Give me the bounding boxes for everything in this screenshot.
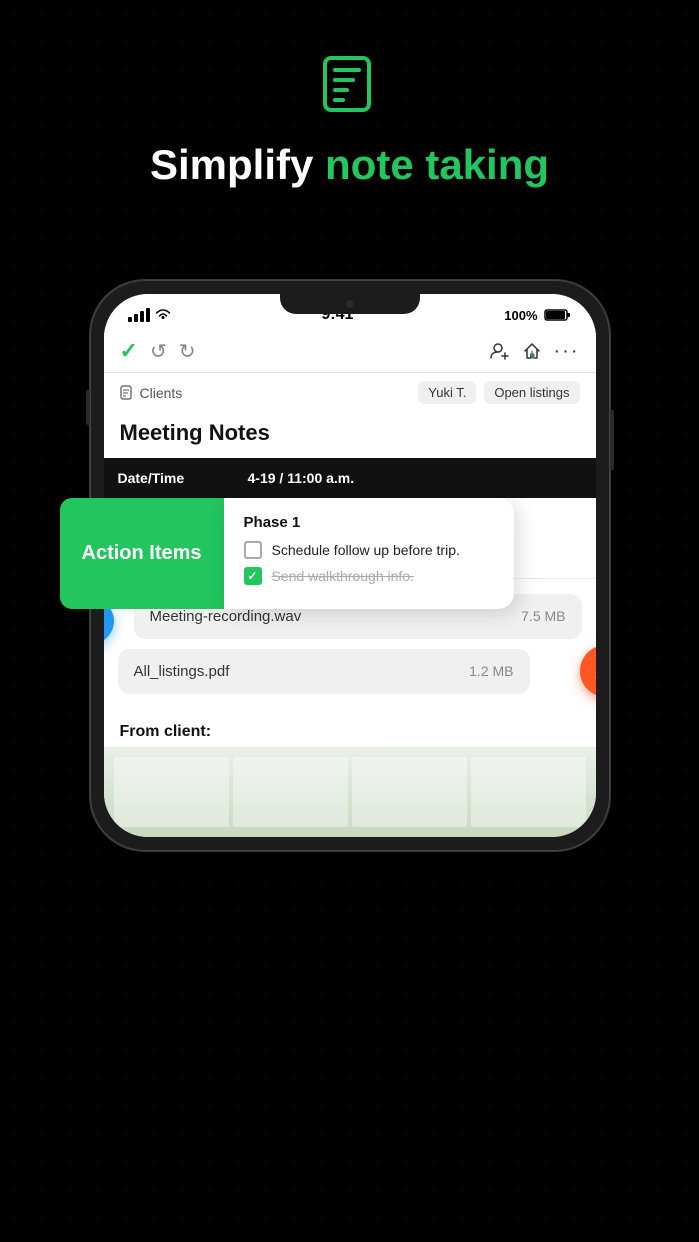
window-lines xyxy=(104,747,596,837)
breadcrumb-tags: Yuki T. Open listings xyxy=(418,381,579,404)
toolbar: ✓ ↺ ↻ ··· xyxy=(104,330,596,373)
signal-bar-2 xyxy=(134,314,138,322)
action-items-overlay: Action Items Phase 1 Schedule follow up … xyxy=(60,498,514,609)
datetime-label: Date/Time xyxy=(104,458,234,498)
pdf-filesize: 1.2 MB xyxy=(469,663,513,679)
signal-icon xyxy=(128,308,150,322)
volume-button xyxy=(86,390,90,425)
more-button[interactable]: ··· xyxy=(554,340,580,363)
check-button[interactable]: ✓ xyxy=(120,338,138,364)
redo-button[interactable]: ↻ xyxy=(179,339,196,364)
tag-yuki[interactable]: Yuki T. xyxy=(418,381,476,404)
note-title: Meeting Notes xyxy=(104,412,596,458)
breadcrumb-path: Clients xyxy=(120,385,183,401)
document-icon xyxy=(120,385,134,401)
sign-button-container xyxy=(540,645,592,697)
window-pane-2 xyxy=(233,757,348,827)
top-section: Simplify note taking xyxy=(0,0,699,190)
task-item-2: ✓ Send walkthrough info. xyxy=(244,567,494,585)
audio-filename: Meeting-recording.wav xyxy=(150,608,510,625)
datetime-value: 4-19 / 11:00 a.m. xyxy=(234,458,596,498)
phase-label: Phase 1 xyxy=(244,514,494,531)
undo-button[interactable]: ↺ xyxy=(150,339,167,364)
add-home-button[interactable] xyxy=(522,341,542,361)
pdf-file-item: All_listings.pdf 1.2 MB xyxy=(118,649,530,694)
headline: Simplify note taking xyxy=(150,140,549,190)
phone-notch xyxy=(280,294,420,314)
wifi-icon xyxy=(155,309,171,321)
battery-icon xyxy=(544,308,572,322)
audio-filesize: 7.5 MB xyxy=(521,608,565,624)
phone-frame: 9:41 100% ✓ ↺ ↻ xyxy=(90,280,610,851)
battery-percent: 100% xyxy=(504,308,537,323)
add-person-button[interactable] xyxy=(490,341,510,361)
app-icon xyxy=(315,50,385,120)
headline-part2: note taking xyxy=(325,141,549,188)
breadcrumb-label: Clients xyxy=(140,385,183,401)
pdf-file-row: All_listings.pdf 1.2 MB xyxy=(118,645,582,697)
sign-button[interactable] xyxy=(580,645,596,697)
from-client-label: From client: xyxy=(104,711,596,747)
action-items-content: Phase 1 Schedule follow up before trip. … xyxy=(224,498,514,609)
task-1-text: Schedule follow up before trip. xyxy=(272,542,460,558)
window-pane-1 xyxy=(114,757,229,827)
window-pane-4 xyxy=(471,757,586,827)
signal-bar-3 xyxy=(140,311,144,322)
pdf-filename: All_listings.pdf xyxy=(134,663,458,680)
signal-bar-4 xyxy=(146,308,150,322)
signal-bar-1 xyxy=(128,317,132,322)
task-2-text: Send walkthrough info. xyxy=(272,568,414,584)
tag-open-listings[interactable]: Open listings xyxy=(484,381,579,404)
status-right: 100% xyxy=(504,308,571,323)
status-left xyxy=(128,308,171,322)
table-header-row: Date/Time 4-19 / 11:00 a.m. xyxy=(104,458,596,498)
task-2-checkbox[interactable]: ✓ xyxy=(244,567,262,585)
action-items-text: Action Items xyxy=(82,542,202,565)
signature-icon xyxy=(592,657,596,685)
task-1-checkbox[interactable] xyxy=(244,541,262,559)
window-pane-3 xyxy=(352,757,467,827)
action-items-label-box: Action Items xyxy=(60,498,224,609)
task-item-1: Schedule follow up before trip. xyxy=(244,541,494,559)
breadcrumb: Clients Yuki T. Open listings xyxy=(104,373,596,412)
headline-part1: Simplify xyxy=(150,141,325,188)
camera xyxy=(346,300,354,308)
power-button xyxy=(610,410,614,470)
client-image xyxy=(104,747,596,837)
